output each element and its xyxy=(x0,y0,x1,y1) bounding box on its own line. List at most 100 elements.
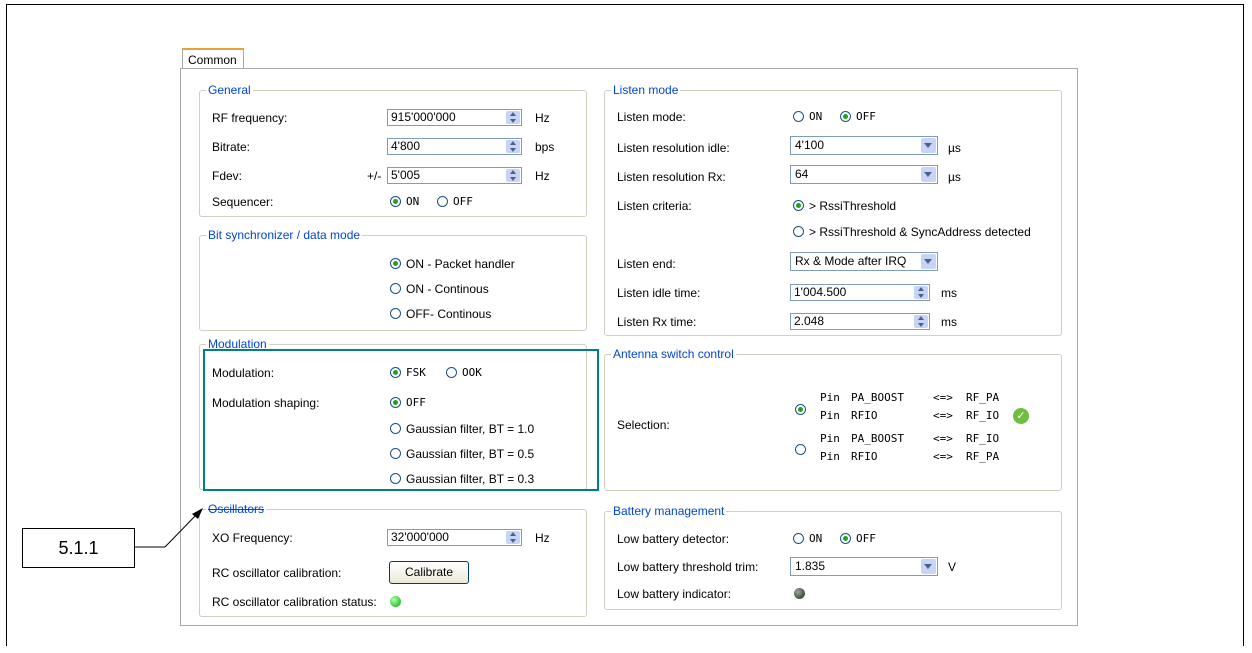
antenna-pin-label: Pin xyxy=(820,409,840,422)
battery-on-radio[interactable] xyxy=(793,533,804,544)
rf-frequency-input[interactable]: 915'000'000 xyxy=(387,109,522,126)
listen-res-idle-unit: µs xyxy=(948,141,961,155)
rf-frequency-unit: Hz xyxy=(535,111,550,125)
bitrate-spinner[interactable] xyxy=(506,140,520,153)
chevron-down-icon[interactable] xyxy=(921,167,936,182)
antenna-pin-label: Pin xyxy=(820,391,840,404)
antenna-arrow: <=> xyxy=(933,409,953,422)
sequencer-on-radio[interactable] xyxy=(390,196,401,207)
battery-trim-unit: V xyxy=(948,560,957,574)
listen-off-radio[interactable] xyxy=(840,111,851,122)
listen-mode-title: Listen mode xyxy=(611,83,681,97)
listen-res-idle-label: Listen resolution idle: xyxy=(617,141,730,155)
battery-on-label: ON xyxy=(809,532,823,545)
general-group: General RF frequency: 915'000'000 Hz Bit… xyxy=(199,83,587,217)
battery-group: Battery management Low battery detector:… xyxy=(604,504,1062,610)
listen-idle-time-input[interactable]: 1'004.500 xyxy=(790,284,930,301)
chevron-down-icon[interactable] xyxy=(921,559,936,574)
listen-end-select[interactable]: Rx & Mode after IRQ xyxy=(790,252,938,271)
battery-indicator-led-icon xyxy=(794,588,805,599)
listen-end-label: Listen end: xyxy=(617,257,676,271)
calibrate-button[interactable]: Calibrate xyxy=(389,561,469,584)
fdev-unit: Hz xyxy=(535,169,550,183)
bitrate-unit: bps xyxy=(535,140,555,154)
battery-trim-label: Low battery threshold trim: xyxy=(617,560,759,574)
fdev-value: 5'005 xyxy=(391,168,420,182)
oscillators-group: Oscillators XO Frequency: 32'000'000 Hz … xyxy=(199,502,587,617)
listen-res-rx-value: 64 xyxy=(795,167,809,181)
battery-trim-select[interactable]: 1.835 xyxy=(790,557,938,576)
listen-end-value: Rx & Mode after IRQ xyxy=(795,254,907,268)
fdev-spinner[interactable] xyxy=(506,169,520,182)
sequencer-label: Sequencer: xyxy=(212,195,274,209)
antenna-selection-label: Selection: xyxy=(617,418,670,432)
listen-idle-time-spinner[interactable] xyxy=(914,286,928,299)
antenna-pin-label: Pin xyxy=(820,432,840,445)
bitsync-continous-label: ON - Continous xyxy=(406,282,489,296)
antenna-arrow: <=> xyxy=(933,450,953,463)
fdev-label: Fdev: xyxy=(212,169,243,183)
listen-rx-time-label: Listen Rx time: xyxy=(617,315,697,329)
antenna-pin-label: Pin xyxy=(820,450,840,463)
bitrate-label: Bitrate: xyxy=(212,140,251,154)
battery-trim-value: 1.835 xyxy=(795,559,826,573)
chevron-down-icon[interactable] xyxy=(921,254,936,269)
listen-on-radio[interactable] xyxy=(793,111,804,122)
rf-frequency-spinner[interactable] xyxy=(506,111,520,124)
common-panel: General RF frequency: 915'000'000 Hz Bit… xyxy=(180,68,1078,626)
antenna-pin-name: RFIO xyxy=(851,450,878,463)
listen-rx-time-value: 2.048 xyxy=(794,314,825,328)
listen-rx-time-spinner[interactable] xyxy=(914,315,928,328)
antenna-option1-radio[interactable] xyxy=(795,404,806,415)
criteria-rssi-sync-radio[interactable] xyxy=(793,226,804,237)
battery-off-label: OFF xyxy=(856,532,876,545)
listen-idle-time-value: 1'004.500 xyxy=(794,285,847,299)
rc-status-label: RC oscillator calibration status: xyxy=(212,595,377,609)
antenna-title: Antenna switch control xyxy=(611,347,736,361)
xo-frequency-spinner[interactable] xyxy=(506,531,520,544)
battery-title: Battery management xyxy=(611,504,727,518)
antenna-pin-name: PA_BOOST xyxy=(851,391,904,404)
bitsync-off-radio[interactable] xyxy=(390,308,401,319)
listen-rx-time-input[interactable]: 2.048 xyxy=(790,313,930,330)
rf-frequency-label: RF frequency: xyxy=(212,111,288,125)
sequencer-off-radio[interactable] xyxy=(437,196,448,207)
listen-res-idle-select[interactable]: 4'100 xyxy=(790,136,938,155)
antenna-target: RF_PA xyxy=(966,450,1000,463)
rf-frequency-value: 915'000'000 xyxy=(391,110,456,124)
listen-res-idle-value: 4'100 xyxy=(795,138,824,152)
bitsync-title: Bit synchronizer / data mode xyxy=(206,228,363,242)
listen-rx-time-unit: ms xyxy=(941,315,957,329)
listen-criteria-label: Listen criteria: xyxy=(617,199,692,213)
antenna-target: RF_PA xyxy=(966,391,1000,404)
sequencer-off-label: OFF xyxy=(453,195,473,208)
antenna-arrow: <=> xyxy=(933,391,953,404)
bitrate-input[interactable]: 4'800 xyxy=(387,138,522,155)
battery-off-radio[interactable] xyxy=(840,533,851,544)
check-icon: ✓ xyxy=(1013,408,1029,424)
xo-frequency-unit: Hz xyxy=(535,531,550,545)
criteria-rssi-radio[interactable] xyxy=(793,200,804,211)
rc-status-led-icon xyxy=(390,596,401,607)
sequencer-on-label: ON xyxy=(406,195,420,208)
antenna-group: Antenna switch control Selection: Pin PA… xyxy=(604,347,1062,491)
fdev-input[interactable]: 5'005 xyxy=(387,167,522,184)
bitsync-packet-label: ON - Packet handler xyxy=(406,257,515,271)
callout-label: 5.1.1 xyxy=(22,528,135,568)
chevron-down-icon[interactable] xyxy=(921,138,936,153)
antenna-option2-radio[interactable] xyxy=(795,444,806,455)
bitsync-continous-radio[interactable] xyxy=(390,283,401,294)
bitrate-value: 4'800 xyxy=(391,139,420,153)
xo-frequency-input[interactable]: 32'000'000 xyxy=(387,529,522,546)
listen-res-rx-select[interactable]: 64 xyxy=(790,165,938,184)
antenna-pin-name: PA_BOOST xyxy=(851,432,904,445)
antenna-target: RF_IO xyxy=(966,409,1000,422)
listen-mode-group: Listen mode Listen mode: ON OFF Listen r… xyxy=(604,83,1062,336)
fdev-prefix: +/- xyxy=(367,169,382,183)
listen-on-label: ON xyxy=(809,110,823,123)
listen-mode-label: Listen mode: xyxy=(617,110,686,124)
antenna-pin-name: RFIO xyxy=(851,409,878,422)
bitsync-packet-radio[interactable] xyxy=(390,258,401,269)
tab-common[interactable]: Common xyxy=(182,48,244,68)
criteria-rssi-label: > RssiThreshold xyxy=(809,199,897,213)
